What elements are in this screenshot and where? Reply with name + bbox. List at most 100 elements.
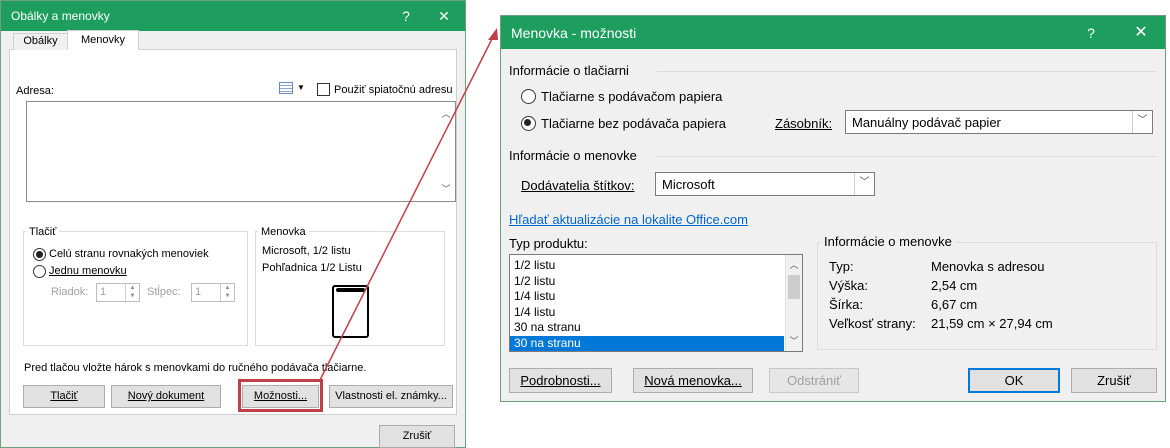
col-label: Stĺpec: <box>147 286 181 298</box>
printer-nofeed-label: Tlačiarne bez podávača papiera <box>541 116 727 131</box>
product-list-item[interactable]: 30 na stranu <box>510 335 784 351</box>
print-full-page-radio[interactable] <box>33 248 46 261</box>
tab-labels[interactable]: Menovky <box>67 30 139 51</box>
details-key: Šírka: <box>829 297 863 312</box>
dialog2-cancel-button[interactable]: Zrušiť <box>1071 368 1157 393</box>
details-value: 21,59 cm × 27,94 cm <box>931 316 1053 331</box>
dialog2-titlebar: Menovka - možnosti ? ✕ <box>501 16 1165 49</box>
delete-button-label: Odstrániť <box>786 373 841 388</box>
scroll-down-icon[interactable]: ﹀ <box>438 181 454 197</box>
dialog1-title: Obálky a menovky <box>11 9 110 23</box>
address-textarea[interactable]: ︿ ﹀ <box>26 101 456 202</box>
tray-label: Zásobník: <box>775 116 833 131</box>
address-book-icon[interactable] <box>279 82 293 94</box>
print-button[interactable]: Tlačiť <box>23 385 105 408</box>
ok-button[interactable]: OK <box>968 368 1060 393</box>
new-document-label: Nový dokument <box>127 390 205 402</box>
chevron-down-icon[interactable]: ▼ <box>297 83 305 92</box>
address-label: Adresa: <box>16 85 54 97</box>
product-scroll-down-icon[interactable]: ﹀ <box>786 333 802 349</box>
help-button[interactable]: ? <box>391 1 421 31</box>
print-group-title: Tlačiť <box>26 226 60 238</box>
close-button[interactable]: ✕ <box>429 1 459 31</box>
printer-info-divider <box>657 71 1157 72</box>
new-document-button[interactable]: Nový dokument <box>111 385 221 408</box>
options-button-label: Možnosti... <box>253 390 308 402</box>
return-address-label: Použiť spiatočnú adresu <box>334 84 453 96</box>
col-value: 1 <box>195 286 202 298</box>
product-type-label: Typ produktu: <box>509 236 588 251</box>
printer-feed-label: Tlačiarne s podávačom papiera <box>541 89 723 104</box>
new-label-button[interactable]: Nová menovka... <box>633 368 753 393</box>
tray-chevron-down-icon[interactable]: ﹀ <box>1132 111 1152 133</box>
scroll-up-icon[interactable]: ︿ <box>438 106 454 122</box>
new-label-button-label: Nová menovka... <box>644 373 742 388</box>
print-single-radio[interactable] <box>33 265 46 278</box>
details-key: Výška: <box>829 278 869 293</box>
product-list-item[interactable]: 1/2 listu <box>510 274 784 290</box>
row-spinner-arrows-icon[interactable]: ▲ ▼ <box>125 284 139 301</box>
label-sheet-icon[interactable] <box>332 285 369 338</box>
vendor-select[interactable]: Microsoft ﹀ <box>655 172 875 196</box>
details-value: 6,67 cm <box>931 297 978 312</box>
details-key: Veľkosť strany: <box>829 316 916 331</box>
label-info-divider <box>655 156 1157 157</box>
label-line2: Pohľadnica 1/2 Listu <box>262 262 362 274</box>
product-list-item[interactable]: 30 na stranu <box>510 320 784 336</box>
product-items: 1/2 listu 1/2 listu 1/4 listu 1/4 listu 30 n… <box>510 258 784 351</box>
dialog1-titlebar: Obálky a menovky ? ✕ <box>1 1 465 31</box>
vendor-label: Dodávatelia štítkov: <box>521 178 635 193</box>
details-title: Informácie o menovke <box>821 234 955 249</box>
printer-feed-radio[interactable] <box>521 89 536 104</box>
print-full-page-label: Celú stranu rovnakých menoviek <box>49 248 209 260</box>
tray-select[interactable]: Manuálny podávač papier ﹀ <box>845 110 1153 134</box>
options-button[interactable]: Možnosti... <box>242 385 319 408</box>
details-key: Typ: <box>829 259 854 274</box>
cancel-button-label: Zrušiť <box>402 430 432 442</box>
vendor-value: Microsoft <box>662 177 715 192</box>
cancel-button[interactable]: Zrušiť <box>379 425 455 448</box>
printer-nofeed-radio[interactable] <box>521 116 536 131</box>
product-scroll-up-icon[interactable]: ︿ <box>786 257 802 273</box>
product-list-item[interactable]: 1/4 listu <box>510 305 784 321</box>
dialog2-close-button[interactable]: ✕ <box>1126 18 1156 48</box>
details-value: Menovka s adresou <box>931 259 1045 274</box>
estamp-properties-label: Vlastnosti el. známky... <box>335 390 447 402</box>
envelopes-labels-dialog: Obálky a menovky ? ✕ Obálky Menovky Adre… <box>0 0 466 448</box>
label-options-dialog: Menovka - možnosti ? ✕ Informácie o tlač… <box>500 15 1166 402</box>
product-scrollbar[interactable]: ︿ ﹀ <box>785 255 802 351</box>
col-spinner[interactable]: 1 ▲ ▼ <box>191 283 235 302</box>
row-label: Riadok: <box>51 286 89 298</box>
estamp-properties-button[interactable]: Vlastnosti el. známky... <box>329 385 453 408</box>
label-line1: Microsoft, 1/2 listu <box>262 245 351 257</box>
address-scrollbar[interactable]: ︿ ﹀ <box>438 102 455 201</box>
label-group-title: Menovka <box>258 226 309 238</box>
delete-button[interactable]: Odstrániť <box>769 368 859 393</box>
dialog2-help-button[interactable]: ? <box>1076 18 1106 48</box>
print-single-label: Jednu menovku <box>49 265 127 277</box>
tab-envelopes[interactable]: Obálky <box>13 33 68 50</box>
print-button-label: Tlačiť <box>50 390 78 402</box>
return-address-checkbox[interactable] <box>317 83 330 96</box>
col-spinner-arrows-icon[interactable]: ▲ ▼ <box>220 284 234 301</box>
tray-value: Manuálny podávač papier <box>852 115 1001 130</box>
label-info-title: Informácie o menovke <box>509 148 637 163</box>
tab-envelopes-label: Obálky <box>23 35 58 47</box>
ok-button-label: OK <box>1004 373 1024 388</box>
row-value: 1 <box>100 286 107 298</box>
vendor-chevron-down-icon[interactable]: ﹀ <box>854 173 874 195</box>
product-list[interactable]: 1/2 listu 1/2 listu 1/4 listu 1/4 listu 30 n… <box>509 254 803 352</box>
product-list-item[interactable]: 1/4 listu <box>510 289 784 305</box>
product-scroll-thumb[interactable] <box>788 275 800 299</box>
printer-info-title: Informácie o tlačiarni <box>509 63 629 78</box>
instruction-text: Pred tlačou vložte hárok s menovkami do … <box>24 362 367 374</box>
dialog2-cancel-button-label: Zrušiť <box>1097 373 1131 388</box>
details-button-label: Podrobnosti... <box>520 373 601 388</box>
details-button[interactable]: Podrobnosti... <box>509 368 612 393</box>
details-value: 2,54 cm <box>931 278 978 293</box>
update-link[interactable]: Hľadať aktualizácie na lokalite Office.c… <box>509 212 748 227</box>
dialog2-title: Menovka - možnosti <box>511 25 637 41</box>
row-spinner[interactable]: 1 ▲ ▼ <box>96 283 140 302</box>
product-list-item[interactable]: 1/2 listu <box>510 258 784 274</box>
tab-labels-label: Menovky <box>80 34 126 46</box>
